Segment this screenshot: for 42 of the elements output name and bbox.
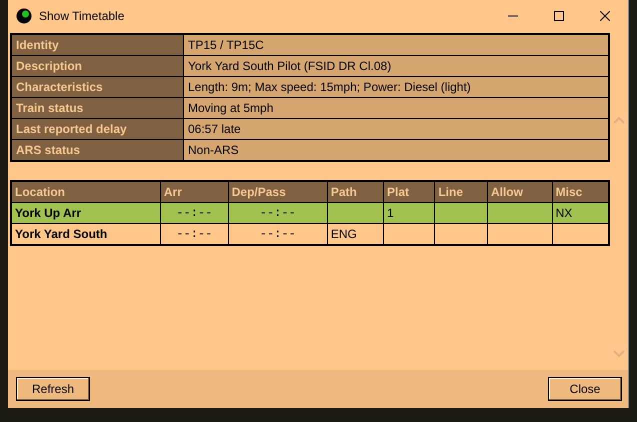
column-header: Arr (160, 181, 228, 202)
close-icon (600, 11, 610, 21)
detail-value: Length: 9m; Max speed: 15mph; Power: Diesel (light) (184, 76, 609, 98)
detail-label: ARS status (11, 140, 184, 161)
column-header: Plat (383, 181, 435, 202)
table-cell: --:-- (160, 224, 228, 245)
detail-label: Description (11, 56, 184, 76)
column-header: Path (327, 181, 384, 202)
column-header: Location (11, 181, 160, 202)
table-cell: ENG (327, 224, 384, 245)
table-cell (434, 202, 488, 224)
detail-value: Non-ARS (184, 140, 609, 161)
detail-label: Characteristics (11, 76, 184, 98)
detail-value: York Yard South Pilot (FSID DR Cl.08) (184, 56, 609, 76)
table-cell: NX (552, 202, 609, 224)
scroll-up-icon[interactable] (612, 116, 626, 124)
detail-label: Train status (11, 98, 184, 118)
window-title: Show Timetable (39, 9, 126, 23)
detail-value: TP15 / TP15C (184, 34, 609, 56)
app-icon (16, 8, 32, 24)
table-cell (327, 202, 384, 224)
refresh-button[interactable]: Refresh (16, 377, 90, 401)
detail-label: Last reported delay (11, 118, 184, 140)
column-header: Allow (487, 181, 552, 202)
detail-value: 06:57 late (184, 118, 609, 140)
column-header: Dep/Pass (228, 181, 328, 202)
table-cell: --:-- (228, 224, 328, 245)
close-dialog-button[interactable]: Close (548, 377, 622, 401)
detail-label: Identity (11, 34, 184, 56)
table-cell: 1 (383, 202, 435, 224)
detail-value: Moving at 5mph (184, 98, 609, 118)
column-header: Line (434, 181, 488, 202)
table-cell: York Yard South (11, 224, 160, 245)
column-header: Misc (552, 181, 609, 202)
table-cell (487, 202, 552, 224)
table-cell: --:-- (228, 202, 328, 224)
timetable-row[interactable]: York Up Arr --:-- --:-- 1 NX (11, 202, 609, 224)
table-cell: York Up Arr (11, 202, 160, 224)
timetable-row[interactable]: York Yard South --:-- --:-- ENG (11, 224, 609, 245)
table-cell: --:-- (160, 202, 228, 224)
scroll-down-icon[interactable] (612, 350, 626, 358)
maximize-icon (554, 11, 564, 21)
